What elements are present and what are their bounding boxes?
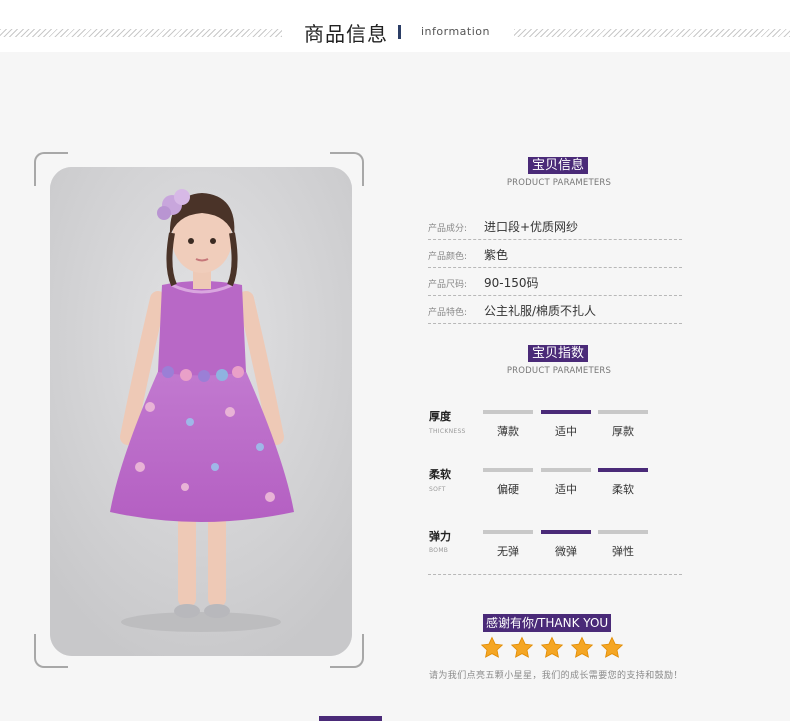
- star-icon: [600, 636, 624, 660]
- star-icon: [540, 636, 564, 660]
- param-row: 产品成分: 进口段+优质网纱: [428, 212, 682, 240]
- index-option: 无弹: [497, 545, 519, 558]
- star-icon: [480, 636, 504, 660]
- index-en-soft: SOFT: [429, 486, 446, 493]
- index-name-elastic: 弹力: [429, 530, 451, 543]
- product-photo: [50, 167, 352, 656]
- param-key: 产品特色:: [428, 308, 468, 318]
- star-icon: [570, 636, 594, 660]
- index-option: 厚款: [612, 425, 634, 438]
- index-name-thickness: 厚度: [429, 410, 451, 423]
- next-section-accent: [319, 716, 382, 721]
- param-row: 产品尺码: 90-150码: [428, 268, 682, 296]
- girl-purple-dress-illustration: [50, 167, 352, 656]
- index-divider: [428, 574, 682, 575]
- section-header: 商品信息 information: [0, 0, 790, 52]
- thanks-note: 请为我们点亮五颗小星星，我们的成长需要您的支持和鼓励！: [429, 671, 683, 681]
- param-value: 进口段+优质网纱: [484, 220, 579, 234]
- param-value: 公主礼服/棉质不扎人: [484, 304, 597, 318]
- index-option: 偏硬: [497, 483, 519, 496]
- index-section-subtitle: PRODUCT PARAMETERS: [506, 366, 612, 376]
- index-bar: [598, 468, 648, 472]
- param-key: 产品成分:: [428, 224, 468, 234]
- param-key: 产品尺码:: [428, 280, 468, 290]
- info-section-subtitle: PRODUCT PARAMETERS: [506, 178, 612, 188]
- header-divider: [398, 25, 401, 39]
- index-option: 适中: [555, 483, 577, 496]
- index-en-thickness: THICKNESS: [429, 428, 466, 435]
- index-section-title: 宝贝指数: [528, 345, 589, 362]
- header-hatch-left: [0, 29, 282, 37]
- header-hatch-right: [514, 29, 790, 37]
- param-value: 紫色: [484, 248, 509, 262]
- index-option: 弹性: [612, 545, 634, 558]
- param-value: 90-150码: [484, 276, 539, 290]
- index-bar: [541, 468, 591, 472]
- index-bar: [598, 530, 648, 534]
- index-bar: [483, 530, 533, 534]
- index-option: 适中: [555, 425, 577, 438]
- index-bar: [541, 530, 591, 534]
- index-bar: [483, 410, 533, 414]
- param-row: 产品特色: 公主礼服/棉质不扎人: [428, 296, 682, 324]
- star-icon: [510, 636, 534, 660]
- param-row: 产品颜色: 紫色: [428, 240, 682, 268]
- index-option: 柔软: [612, 483, 634, 496]
- param-key: 产品颜色:: [428, 252, 468, 262]
- info-section-title: 宝贝信息: [528, 157, 589, 174]
- thanks-title: 感谢有你/THANK YOU: [483, 614, 612, 632]
- index-en-elastic: BOMB: [429, 547, 449, 554]
- header-title: 商品信息: [304, 22, 388, 46]
- header-subtitle: information: [421, 25, 490, 38]
- index-bar: [598, 410, 648, 414]
- index-option: 薄款: [497, 425, 519, 438]
- index-bar: [541, 410, 591, 414]
- index-bar: [483, 468, 533, 472]
- index-option: 微弹: [555, 545, 577, 558]
- index-name-soft: 柔软: [429, 468, 451, 481]
